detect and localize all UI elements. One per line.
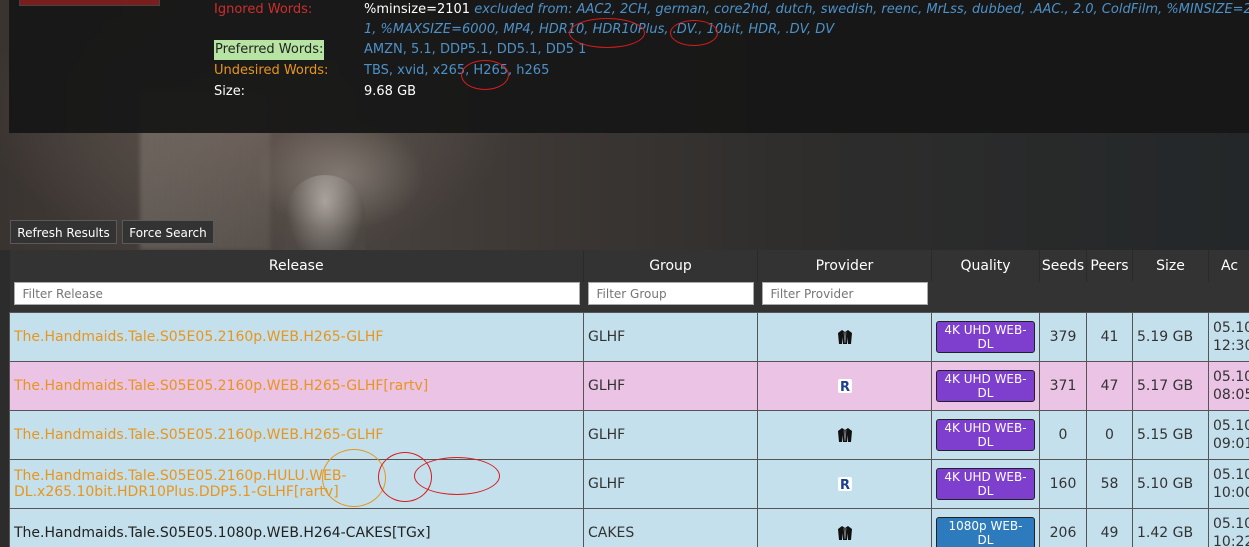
seeds-cell: 0	[1039, 410, 1087, 460]
rarbg-icon: R	[837, 378, 853, 394]
quality-cell: 4K UHD WEB-DL	[931, 459, 1040, 509]
group-cell: GLHF	[583, 459, 758, 509]
quality-badge: 4K UHD WEB-DL	[936, 321, 1035, 353]
column-header-quality[interactable]: Quality	[931, 250, 1040, 282]
refresh-results-button[interactable]: Refresh Results	[10, 220, 117, 244]
size-value: 9.68 GB	[364, 84, 417, 99]
search-results-table: Release Group Provider Quality Seeds Pee…	[9, 250, 1249, 547]
added-time: 08:05	[1213, 387, 1249, 403]
column-header-added[interactable]: Ac	[1208, 250, 1249, 282]
quality-badge: 4K UHD WEB-DL	[936, 468, 1035, 500]
jacket-icon	[837, 427, 853, 443]
added-time: 09:01	[1213, 436, 1249, 452]
force-search-button[interactable]: Force Search	[122, 220, 214, 244]
group-cell: GLHF	[583, 361, 758, 411]
peers-cell: 58	[1086, 459, 1133, 509]
seeds-cell: 379	[1039, 312, 1087, 362]
group-cell: CAKES	[583, 508, 758, 547]
size-cell: 1.42 GB	[1132, 508, 1209, 547]
release-cell[interactable]: The.Handmaids.Tale.S05E05.2160p.WEB.H265…	[9, 410, 584, 460]
added-date: 05.10	[1213, 418, 1249, 434]
undesired-words-value: TBS, xvid, x265, H265, h265	[364, 63, 550, 78]
jacket-icon	[837, 525, 853, 541]
svg-text:R: R	[839, 380, 849, 394]
undesired-words-label: Undesired Words:	[214, 63, 329, 78]
size-cell: 5.10 GB	[1132, 459, 1209, 509]
release-name-link[interactable]: The.Handmaids.Tale.S05E05.1080p.WEB.H264…	[14, 525, 431, 541]
preferred-words-label: Preferred Words:	[214, 40, 325, 60]
added-time: 10:22	[1213, 534, 1249, 547]
quality-cell: 4K UHD WEB-DL	[931, 361, 1040, 411]
added-time: 10:00	[1213, 485, 1249, 501]
ignored-words-value: %minsize=2101 excluded from: AAC2, 2CH, …	[364, 0, 1249, 20]
table-row[interactable]: The.Handmaids.Tale.S05E05.2160p.HULU.WEB…	[9, 459, 1249, 509]
added-time: 12:30	[1213, 338, 1249, 354]
size-label: Size:	[214, 84, 246, 99]
column-header-peers[interactable]: Peers	[1086, 250, 1133, 282]
rarbg-icon: R	[837, 476, 853, 492]
column-header-provider[interactable]: Provider	[757, 250, 932, 282]
preferred-words-value: AMZN, 5.1, DDP5.1, DD5.1, DD5 1	[364, 42, 587, 57]
peers-cell: 41	[1086, 312, 1133, 362]
peers-cell: 47	[1086, 361, 1133, 411]
added-date-cell: 05.10 09:01	[1208, 410, 1249, 460]
added-date: 05.10	[1213, 369, 1249, 385]
ignored-words-label: Ignored Words:	[214, 2, 313, 17]
column-header-release[interactable]: Release	[9, 250, 584, 282]
release-name-link[interactable]: The.Handmaids.Tale.S05E05.2160p.WEB.H265…	[14, 378, 428, 394]
seeds-cell: 160	[1039, 459, 1087, 509]
added-date: 05.10	[1213, 516, 1249, 532]
quality-cell: 1080p WEB-DL	[931, 508, 1040, 547]
column-header-seeds[interactable]: Seeds	[1039, 250, 1087, 282]
provider-cell: R	[757, 459, 932, 509]
filter-provider-input[interactable]	[761, 282, 928, 305]
provider-cell	[757, 508, 932, 547]
provider-cell	[757, 312, 932, 362]
svg-text:R: R	[839, 478, 849, 492]
ignored-words-excluded: excluded from: AAC2, 2CH, german, core2h…	[474, 2, 1249, 17]
release-cell[interactable]: The.Handmaids.Tale.S05E05.1080p.WEB.H264…	[9, 508, 584, 547]
seeds-cell: 206	[1039, 508, 1087, 547]
release-cell[interactable]: The.Handmaids.Tale.S05E05.2160p.WEB.H265…	[9, 312, 584, 362]
release-name-link[interactable]: The.Handmaids.Tale.S05E05.2160p.WEB.H265…	[14, 427, 383, 443]
group-cell: GLHF	[583, 410, 758, 460]
ignored-words-line2: 1, %MAXSIZE=6000, MP4, HDR10, HDR10Plus,…	[364, 22, 835, 37]
table-row[interactable]: The.Handmaids.Tale.S05E05.2160p.WEB.H265…	[9, 410, 1249, 460]
quality-cell: 4K UHD WEB-DL	[931, 410, 1040, 460]
added-date-cell: 05.10 08:05	[1208, 361, 1249, 411]
quality-cell: 4K UHD WEB-DL	[931, 312, 1040, 362]
peers-cell: 49	[1086, 508, 1133, 547]
seeds-cell: 371	[1039, 361, 1087, 411]
table-row[interactable]: The.Handmaids.Tale.S05E05.2160p.WEB.H265…	[9, 312, 1249, 362]
quality-badge: 4K UHD WEB-DL	[936, 370, 1035, 402]
size-cell: 5.19 GB	[1132, 312, 1209, 362]
added-date: 05.10	[1213, 467, 1249, 483]
group-cell: GLHF	[583, 312, 758, 362]
provider-cell: R	[757, 361, 932, 411]
table-row[interactable]: The.Handmaids.Tale.S05E05.1080p.WEB.H264…	[9, 508, 1249, 547]
added-date: 05.10	[1213, 320, 1249, 336]
release-name-link[interactable]: The.Handmaids.Tale.S05E05.2160p.WEB.H265…	[14, 329, 383, 345]
ignored-words-main: %minsize=2101	[364, 2, 471, 17]
size-cell: 5.17 GB	[1132, 361, 1209, 411]
provider-cell	[757, 410, 932, 460]
column-header-group[interactable]: Group	[583, 250, 758, 282]
size-cell: 5.15 GB	[1132, 410, 1209, 460]
added-date-cell: 05.10 12:30	[1208, 312, 1249, 362]
release-cell[interactable]: The.Handmaids.Tale.S05E05.2160p.HULU.WEB…	[9, 459, 584, 509]
jacket-icon	[837, 329, 853, 345]
peers-cell: 0	[1086, 410, 1133, 460]
quality-badge: 1080p WEB-DL	[936, 517, 1035, 547]
column-header-size[interactable]: Size	[1132, 250, 1209, 282]
release-name-link[interactable]: The.Handmaids.Tale.S05E05.2160p.HULU.WEB…	[14, 468, 347, 500]
release-cell[interactable]: The.Handmaids.Tale.S05E05.2160p.WEB.H265…	[9, 361, 584, 411]
added-date-cell: 05.10 10:00	[1208, 459, 1249, 509]
show-poster	[19, 0, 160, 6]
added-date-cell: 05.10 10:22	[1208, 508, 1249, 547]
quality-badge: 4K UHD WEB-DL	[936, 419, 1035, 451]
filter-release-input[interactable]	[13, 282, 580, 305]
table-row[interactable]: The.Handmaids.Tale.S05E05.2160p.WEB.H265…	[9, 361, 1249, 411]
filter-group-input[interactable]	[587, 282, 754, 305]
